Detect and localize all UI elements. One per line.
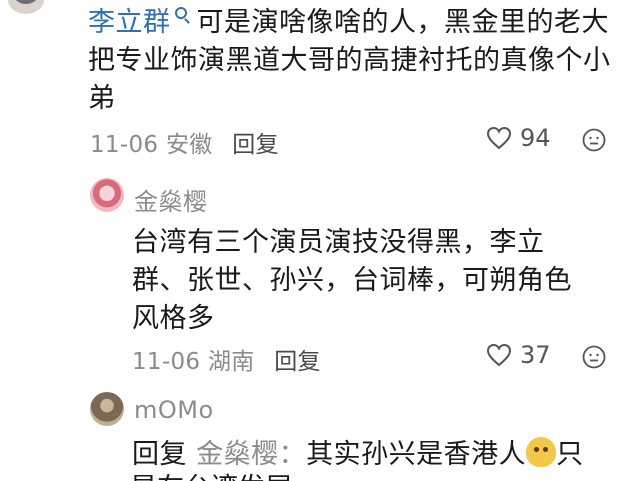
- reply-text-tail: 只: [556, 439, 584, 470]
- reply-text: 其实孙兴是香港人: [306, 439, 527, 470]
- heart-outline-icon: [486, 126, 512, 150]
- heart-outline-icon: [486, 343, 512, 367]
- like-count: 37: [520, 341, 551, 369]
- comment-date: 11-06: [90, 132, 159, 158]
- reply-date: 11-06: [132, 349, 201, 375]
- like-button[interactable]: 94: [486, 124, 551, 152]
- like-button[interactable]: 37: [486, 341, 551, 369]
- emoji-face-icon[interactable]: [582, 345, 606, 369]
- reply-to-user[interactable]: 金燊樱：: [196, 439, 306, 470]
- reply-prefix: 回复: [132, 439, 187, 470]
- comment-text[interactable]: 李立群 可是演啥像啥的人，黑金里的老大把专业饰演黑道大哥的高捷衬托的真像个小弟: [88, 4, 636, 118]
- comment-thread: 李立群 可是演啥像啥的人，黑金里的老大把专业饰演黑道大哥的高捷衬托的真像个小弟 1…: [0, 0, 640, 481]
- avatar[interactable]: [90, 178, 124, 212]
- comment-location: 安徽: [165, 132, 213, 158]
- search-badge-icon: [174, 7, 187, 19]
- avatar[interactable]: [8, 0, 44, 14]
- reply-username[interactable]: 金燊樱: [134, 182, 208, 217]
- avatar[interactable]: [90, 392, 124, 426]
- reply-content[interactable]: 回复 金燊樱：其实孙兴是香港人只: [132, 436, 640, 474]
- reply-button[interactable]: 回复: [232, 132, 279, 158]
- like-count: 94: [520, 124, 551, 152]
- comment-meta: 11-06 安徽 回复: [90, 125, 279, 159]
- comment-username[interactable]: 李立群: [88, 7, 171, 38]
- reply-text-continued: 是在台湾发展。: [130, 470, 550, 481]
- reply-meta: 11-06 湖南 回复: [132, 342, 321, 376]
- emoji-face-icon[interactable]: [582, 128, 606, 152]
- reply-username[interactable]: mOMo: [134, 396, 214, 424]
- reply-location: 湖南: [207, 349, 255, 375]
- reply-content[interactable]: 台湾有三个演员演技没得黑，李立群、张世、孙兴，台词棒，可朔角色风格多: [132, 224, 572, 338]
- reply-button[interactable]: 回复: [274, 349, 321, 375]
- mango-sticker-icon: [526, 437, 557, 467]
